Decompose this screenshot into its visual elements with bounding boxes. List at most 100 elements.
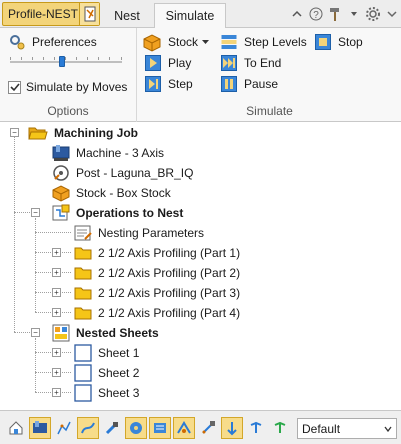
expand-toggle-sheet3[interactable]: + bbox=[52, 388, 61, 397]
folder-icon bbox=[74, 244, 92, 262]
tree-label: Sheet 2 bbox=[98, 366, 140, 380]
tree-label: 2 1/2 Axis Profiling (Part 2) bbox=[98, 266, 241, 280]
hammer-icon[interactable] bbox=[326, 4, 344, 24]
preferences-button[interactable]: Preferences bbox=[8, 32, 97, 52]
collapse-toggle-operations[interactable]: − bbox=[31, 208, 40, 217]
tree-label: Nested Sheets bbox=[76, 326, 159, 340]
rapid-icon bbox=[274, 421, 286, 433]
tree-node-op3[interactable]: 2 1/2 Axis Profiling (Part 3) bbox=[74, 283, 240, 303]
slider-tick bbox=[109, 57, 110, 60]
expand-toggle-op4[interactable]: + bbox=[52, 308, 61, 317]
tree-connector bbox=[35, 338, 36, 392]
toolpath-graph-icon bbox=[57, 421, 71, 435]
post-processor-icon bbox=[52, 164, 70, 182]
tree-node-op2[interactable]: 2 1/2 Axis Profiling (Part 2) bbox=[74, 263, 240, 283]
more-options-icon[interactable] bbox=[383, 4, 401, 24]
pause-button[interactable]: Pause bbox=[220, 74, 278, 94]
tree-node-sheet1[interactable]: Sheet 1 bbox=[74, 343, 139, 363]
expand-toggle-op1[interactable]: + bbox=[52, 248, 61, 257]
chevron-down-icon bbox=[384, 426, 392, 432]
step-levels-button[interactable]: Step Levels bbox=[220, 32, 307, 52]
part-display-toggle[interactable] bbox=[125, 417, 147, 439]
pause-icon bbox=[220, 75, 238, 93]
folder-icon bbox=[74, 304, 92, 322]
help-icon[interactable]: ? bbox=[307, 4, 325, 24]
checkbox-box[interactable] bbox=[8, 80, 21, 94]
sheet-icon bbox=[74, 344, 92, 362]
tree-node-machining-job[interactable]: Machining Job bbox=[28, 123, 138, 143]
folder-open-icon bbox=[28, 124, 48, 142]
rapid-display-button[interactable] bbox=[269, 417, 291, 439]
tree-label: 2 1/2 Axis Profiling (Part 3) bbox=[98, 286, 241, 300]
app-menu-icon[interactable] bbox=[79, 3, 99, 25]
simulation-speed-slider[interactable] bbox=[10, 56, 122, 67]
tree-connector bbox=[14, 212, 30, 213]
to-end-button[interactable]: To End bbox=[220, 53, 281, 73]
stock-label: Stock bbox=[168, 35, 199, 49]
folder-icon bbox=[74, 284, 92, 302]
expand-toggle-op3[interactable]: + bbox=[52, 288, 61, 297]
play-label: Play bbox=[168, 56, 192, 70]
toolpath-icon bbox=[81, 422, 95, 434]
feed-display-button[interactable] bbox=[245, 417, 267, 439]
home-view-button[interactable] bbox=[5, 417, 27, 439]
tree-node-nesting-parameters[interactable]: Nesting Parameters bbox=[74, 223, 204, 243]
tree-node-sheet3[interactable]: Sheet 3 bbox=[74, 383, 139, 403]
bottom-toolbar: Default bbox=[0, 410, 401, 444]
stock-box-icon bbox=[142, 32, 162, 52]
slider-tick bbox=[10, 57, 11, 60]
slider-thumb[interactable] bbox=[59, 56, 65, 67]
view-mode-dropdown[interactable]: Default bbox=[297, 418, 397, 439]
tree-label: Nesting Parameters bbox=[98, 226, 205, 240]
tree-node-op1[interactable]: 2 1/2 Axis Profiling (Part 1) bbox=[74, 243, 240, 263]
tree-node-post[interactable]: Post - Laguna_BR_IQ bbox=[52, 163, 193, 183]
sheet-icon bbox=[74, 364, 92, 382]
options-group-label: Options bbox=[47, 104, 89, 118]
app-tab-profile-nest[interactable]: Profile-NEST bbox=[2, 2, 100, 26]
toolpath-display-toggle[interactable] bbox=[77, 417, 99, 439]
tree-node-sheet2[interactable]: Sheet 2 bbox=[74, 363, 139, 383]
tree-node-operations[interactable]: Operations to Nest bbox=[52, 203, 183, 223]
stop-label: Stop bbox=[338, 35, 363, 49]
tree-node-op4[interactable]: 2 1/2 Axis Profiling (Part 4) bbox=[74, 303, 240, 323]
sheet-icon bbox=[74, 384, 92, 402]
tree-node-stock[interactable]: Stock - Box Stock bbox=[52, 183, 171, 203]
machine-view-toggle[interactable] bbox=[29, 417, 51, 439]
toolpath-graph-button[interactable] bbox=[53, 417, 75, 439]
expand-toggle-op2[interactable]: + bbox=[52, 268, 61, 277]
tree-label: Machining Job bbox=[54, 126, 138, 140]
tool-display-button[interactable] bbox=[101, 417, 123, 439]
plunge-display-toggle[interactable] bbox=[221, 417, 243, 439]
step-button[interactable]: Step bbox=[144, 74, 193, 94]
stock-display-toggle[interactable] bbox=[149, 417, 171, 439]
play-button[interactable]: Play bbox=[144, 53, 191, 73]
slider-tick bbox=[121, 57, 122, 60]
tree-node-machine[interactable]: Machine - 3 Axis bbox=[52, 143, 164, 163]
stock-button[interactable]: Stock bbox=[142, 32, 210, 52]
tree-label: Stock - Box Stock bbox=[76, 186, 171, 200]
collapse-toggle-nested-sheets[interactable]: − bbox=[31, 328, 40, 337]
stock-dropdown-arrow-icon[interactable] bbox=[202, 39, 210, 45]
tab-simulate[interactable]: Simulate bbox=[154, 3, 226, 29]
simulate-by-moves-checkbox[interactable]: Simulate by Moves bbox=[8, 80, 127, 94]
feed-icon bbox=[250, 421, 262, 433]
collapse-toggle-machining-job[interactable]: − bbox=[10, 128, 19, 137]
collapse-ribbon-icon[interactable] bbox=[288, 4, 306, 24]
slider-tick bbox=[21, 57, 22, 60]
slider-tick bbox=[76, 57, 77, 60]
cut-material-icon bbox=[177, 421, 191, 434]
dropdown-arrow-icon[interactable] bbox=[345, 4, 363, 24]
stock-model-icon bbox=[154, 423, 166, 433]
tree-label: Sheet 1 bbox=[98, 346, 140, 360]
expand-toggle-sheet1[interactable]: + bbox=[52, 348, 61, 357]
expand-toggle-sheet2[interactable]: + bbox=[52, 368, 61, 377]
tree-node-nested-sheets[interactable]: Nested Sheets bbox=[52, 323, 159, 343]
holder-display-button[interactable] bbox=[197, 417, 219, 439]
stop-button[interactable]: Stop bbox=[314, 32, 363, 52]
cut-material-toggle[interactable] bbox=[173, 417, 195, 439]
tab-nest[interactable]: Nest bbox=[104, 4, 150, 28]
settings-gear-icon[interactable] bbox=[364, 4, 382, 24]
nested-sheets-icon bbox=[52, 324, 70, 342]
machine-icon bbox=[52, 144, 70, 162]
tree-label: 2 1/2 Axis Profiling (Part 4) bbox=[98, 306, 241, 320]
